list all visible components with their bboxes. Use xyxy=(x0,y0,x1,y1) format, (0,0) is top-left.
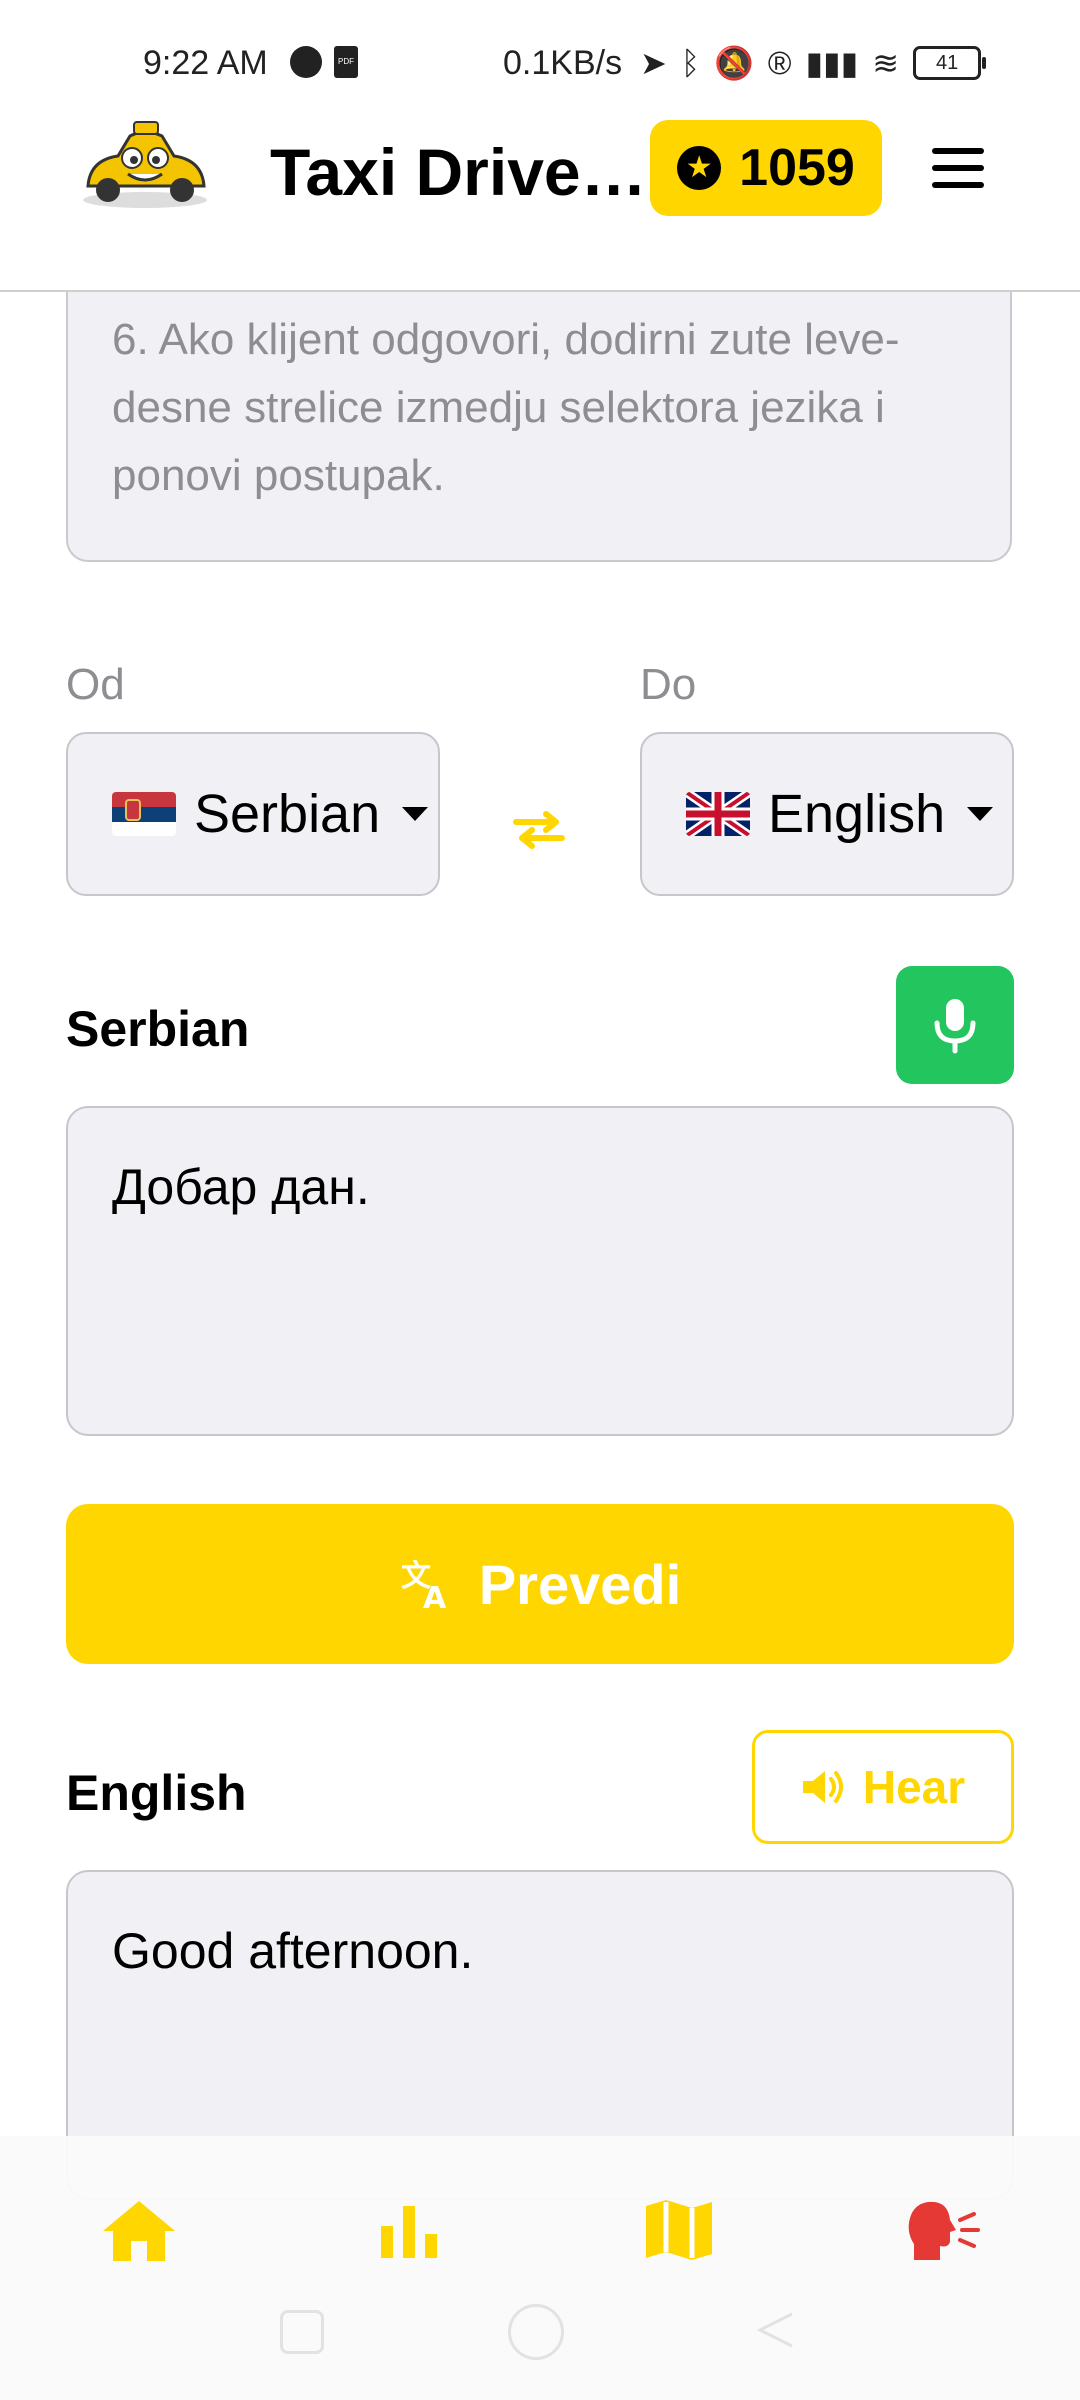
to-label: Do xyxy=(640,660,697,709)
star-icon: ★ xyxy=(677,146,722,190)
chevron-down-icon xyxy=(402,807,429,821)
registered-icon: ® xyxy=(767,44,792,81)
stats-icon xyxy=(381,2206,437,2258)
mute-icon: 🔕 xyxy=(714,45,754,81)
svg-text:A: A xyxy=(423,1581,447,1612)
swap-arrows-icon[interactable] xyxy=(510,808,568,852)
spotify-icon xyxy=(290,46,322,78)
to-language-value: English xyxy=(768,784,946,844)
to-language-select[interactable]: English xyxy=(640,732,1014,896)
app-title: Taxi Driver... xyxy=(270,135,650,209)
translate-label: Prevedi xyxy=(478,1552,682,1616)
uk-flag xyxy=(686,792,750,836)
hear-label: Hear xyxy=(862,1761,966,1813)
target-label: English xyxy=(66,1765,247,1821)
from-language-value: Serbian xyxy=(194,784,381,844)
bluetooth-icon: ᛒ xyxy=(680,44,701,81)
nav-home[interactable] xyxy=(94,2190,184,2270)
speaker-icon xyxy=(802,1771,843,1803)
microphone-icon xyxy=(934,999,976,1054)
signal-icon: ▮▮▮ xyxy=(805,45,859,81)
location-icon: ➤ xyxy=(640,45,667,81)
hamburger-icon[interactable] xyxy=(932,148,984,188)
recent-apps-icon[interactable] xyxy=(280,2310,324,2354)
points-badge[interactable]: ★ 1059 xyxy=(650,120,882,216)
system-nav-bar xyxy=(0,2266,1080,2400)
hear-button[interactable]: Hear xyxy=(752,1730,1014,1844)
from-language-select[interactable]: Serbian xyxy=(66,732,440,896)
microphone-button[interactable] xyxy=(896,966,1014,1084)
source-text-input[interactable]: Добар дан. xyxy=(66,1106,1014,1436)
back-icon[interactable] xyxy=(756,2310,796,2350)
source-label: Serbian xyxy=(66,1001,250,1057)
nav-speak[interactable] xyxy=(898,2190,988,2270)
network-speed: 0.1KB/s xyxy=(503,44,623,82)
translate-button[interactable]: 文 A Prevedi xyxy=(66,1504,1014,1664)
pdf-icon: PDF xyxy=(334,46,358,78)
map-icon xyxy=(646,2200,712,2260)
nav-stats[interactable] xyxy=(364,2190,454,2270)
wifi-icon: ≋ xyxy=(872,45,900,81)
home-system-icon[interactable] xyxy=(508,2304,564,2360)
home-icon xyxy=(103,2201,175,2261)
points-value: 1059 xyxy=(739,139,855,197)
speak-icon xyxy=(908,2201,980,2260)
instructions-box: 6. Ako klijent odgovori, dodirni zute le… xyxy=(66,292,1012,562)
app-header: Taxi Driver... ★ 1059 xyxy=(0,110,1080,292)
serbia-flag xyxy=(112,792,176,836)
from-label: Od xyxy=(66,660,125,709)
battery-icon: 41 xyxy=(913,46,987,80)
translate-icon: 文 A xyxy=(401,1559,447,1612)
taxi-car-logo xyxy=(83,121,207,208)
status-time: 9:22 AM xyxy=(143,44,268,82)
chevron-down-icon xyxy=(967,807,994,821)
nav-map[interactable] xyxy=(634,2190,724,2270)
